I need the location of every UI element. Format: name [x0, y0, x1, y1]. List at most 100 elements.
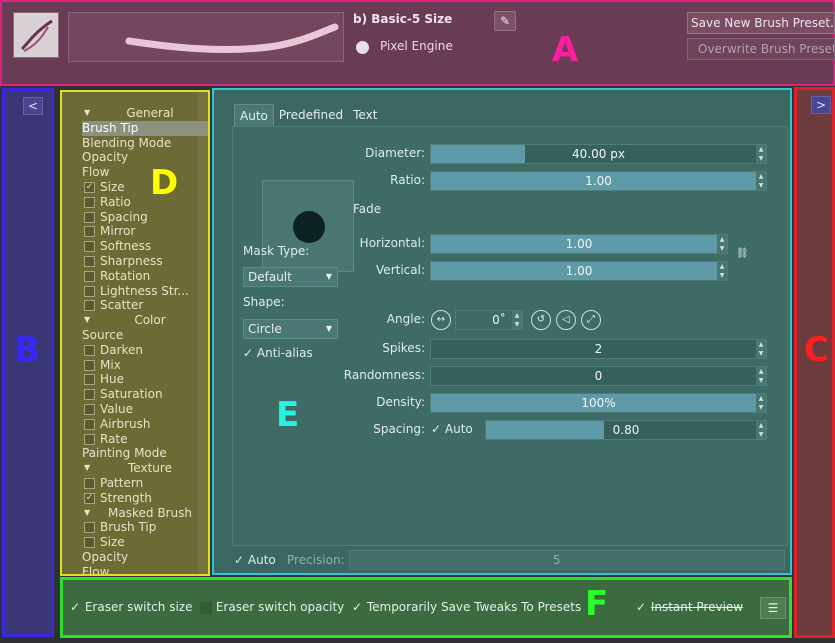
randomness-spin[interactable]: ▲ ▼ — [756, 367, 766, 385]
checkbox-empty-icon[interactable] — [84, 255, 95, 267]
checkbox-empty-icon[interactable] — [84, 270, 95, 282]
list-item[interactable]: Brush Tip — [82, 520, 208, 535]
checkbox-empty-icon[interactable] — [84, 374, 95, 386]
list-item[interactable]: Darken — [82, 343, 208, 358]
precision-slider[interactable]: 5 — [349, 550, 785, 570]
expand-right-button[interactable]: > — [811, 96, 831, 114]
tab-predefined[interactable]: Predefined — [274, 104, 348, 126]
pencil-icon[interactable]: ✎ — [494, 11, 516, 31]
checkbox-empty-icon[interactable] — [84, 537, 95, 549]
checkbox-empty-icon[interactable] — [84, 389, 95, 401]
density-spin[interactable]: ▲ ▼ — [756, 394, 766, 412]
tab-auto[interactable]: Auto — [234, 104, 274, 126]
brush-thumbnail[interactable] — [13, 12, 59, 58]
ratio-spin[interactable]: ▲ ▼ — [756, 172, 766, 190]
list-item[interactable]: Airbrush — [82, 417, 208, 432]
list-item[interactable]: ✓ Size — [82, 180, 208, 195]
checkbox-empty-icon[interactable] — [84, 211, 95, 223]
vertical-spin[interactable]: ▲ ▼ — [717, 262, 727, 280]
list-item[interactable]: Hue — [82, 372, 208, 387]
checkbox-empty-icon[interactable] — [84, 300, 95, 312]
checkbox-empty-icon[interactable] — [84, 226, 95, 238]
spacing-auto-checkbox[interactable]: ✓ Auto — [431, 422, 473, 436]
list-item[interactable]: Softness — [82, 239, 208, 254]
list-item[interactable]: Pattern — [82, 476, 208, 491]
density-slider[interactable]: 100% ▲ ▼ — [430, 393, 767, 413]
overwrite-preset-button[interactable]: Overwrite Brush Preset — [687, 38, 835, 60]
chain-link-icon[interactable]: ⛓ — [736, 248, 749, 266]
list-item[interactable]: Size — [82, 535, 208, 550]
spacing-slider[interactable]: 0.80 ▲ ▼ — [485, 420, 767, 440]
list-item[interactable]: Saturation — [82, 387, 208, 402]
diameter-spin[interactable]: ▲ ▼ — [756, 145, 766, 163]
checkbox-empty-icon[interactable] — [84, 418, 95, 430]
list-item[interactable]: Painting Mode — [82, 446, 208, 461]
checkbox-empty-icon[interactable] — [84, 241, 95, 253]
checkbox-checked-icon[interactable]: ✓ — [84, 492, 95, 504]
list-item[interactable]: Value — [82, 402, 208, 417]
angle-spinbox[interactable]: 0˚ ▲ ▼ — [455, 310, 523, 330]
angle-spin[interactable]: ▲ ▼ — [512, 311, 522, 329]
list-item[interactable]: Rate — [82, 432, 208, 447]
list-section-header[interactable]: ▼ Color — [82, 313, 208, 328]
randomness-slider[interactable]: 0 ▲ ▼ — [430, 366, 767, 386]
list-item[interactable]: Flow — [82, 565, 208, 574]
checkbox-empty-icon[interactable] — [84, 285, 95, 297]
hamburger-icon[interactable]: ☰ — [760, 597, 786, 619]
list-section-header[interactable]: ▼ Texture — [82, 461, 208, 476]
list-item-label: Color — [134, 313, 166, 328]
shape-select[interactable]: Circle ▼ — [243, 319, 338, 339]
list-item[interactable]: Ratio — [82, 195, 208, 210]
angle-flip-icon[interactable]: ◁ — [556, 310, 576, 330]
list-section-header[interactable]: ▼ Masked Brush — [82, 506, 208, 521]
horizontal-slider[interactable]: 1.00 ▲ ▼ — [430, 234, 728, 254]
list-item[interactable]: Scatter — [82, 298, 208, 313]
list-item[interactable]: Brush Tip — [82, 120, 208, 136]
spikes-spin[interactable]: ▲ ▼ — [756, 340, 766, 358]
vertical-slider[interactable]: 1.00 ▲ ▼ — [430, 261, 728, 281]
list-item[interactable]: Flow — [82, 165, 208, 180]
instant-preview-checkbox[interactable]: ✓ Instant Preview — [635, 600, 743, 614]
list-item[interactable]: Mix — [82, 358, 208, 373]
angle-reset-icon[interactable]: ↺ — [531, 310, 551, 330]
angle-mirror-icon[interactable]: ⤢ — [581, 310, 601, 330]
precision-auto-checkbox[interactable]: ✓ Auto — [234, 553, 276, 567]
checkbox-empty-icon[interactable] — [84, 477, 95, 489]
anti-alias-checkbox[interactable]: ✓ Anti-alias — [243, 346, 313, 360]
eraser-switch-size-checkbox[interactable]: ✓ Eraser switch size — [69, 600, 193, 614]
expand-triangle-icon[interactable]: ▼ — [84, 461, 90, 476]
checkbox-empty-icon[interactable] — [84, 359, 95, 371]
list-item[interactable]: ✓ Strength — [82, 491, 208, 506]
angle-dial-icon[interactable]: ↔ — [431, 310, 451, 330]
checkbox-empty-icon[interactable] — [84, 196, 95, 208]
ratio-slider[interactable]: 1.00 ▲ ▼ — [430, 171, 767, 191]
list-item[interactable]: Opacity — [82, 150, 208, 165]
tab-text[interactable]: Text — [348, 104, 382, 126]
list-item[interactable]: Mirror — [82, 224, 208, 239]
eraser-switch-opacity-checkbox[interactable]: Eraser switch opacity — [200, 600, 344, 614]
spacing-spin[interactable]: ▲ ▼ — [756, 421, 766, 439]
checkbox-empty-icon[interactable] — [84, 344, 95, 356]
list-item[interactable]: Spacing — [82, 210, 208, 225]
diameter-slider[interactable]: 40.00 px ▲ ▼ — [430, 144, 767, 164]
list-item[interactable]: Blending Mode — [82, 136, 208, 151]
checkbox-empty-icon[interactable] — [84, 403, 95, 415]
expand-triangle-icon[interactable]: ▼ — [84, 506, 90, 521]
list-item[interactable]: Source — [82, 328, 208, 343]
mask-type-select[interactable]: Default ▼ — [243, 267, 338, 287]
spikes-slider[interactable]: 2 ▲ ▼ — [430, 339, 767, 359]
list-section-header[interactable]: ▼ General — [82, 106, 208, 121]
checkbox-empty-icon[interactable] — [84, 522, 95, 534]
horizontal-spin[interactable]: ▲ ▼ — [717, 235, 727, 253]
list-item[interactable]: Sharpness — [82, 254, 208, 269]
checkbox-empty-icon[interactable] — [84, 433, 95, 445]
list-item[interactable]: Rotation — [82, 269, 208, 284]
expand-triangle-icon[interactable]: ▼ — [84, 106, 90, 121]
collapse-left-button[interactable]: < — [23, 97, 43, 115]
temp-save-tweaks-checkbox[interactable]: ✓ Temporarily Save Tweaks To Presets — [351, 600, 581, 614]
expand-triangle-icon[interactable]: ▼ — [84, 313, 90, 328]
save-new-preset-button[interactable]: Save New Brush Preset... — [687, 12, 835, 34]
list-item[interactable]: Lightness Str... — [82, 284, 208, 299]
list-item[interactable]: Opacity — [82, 550, 208, 565]
checkbox-checked-icon[interactable]: ✓ — [84, 181, 95, 193]
